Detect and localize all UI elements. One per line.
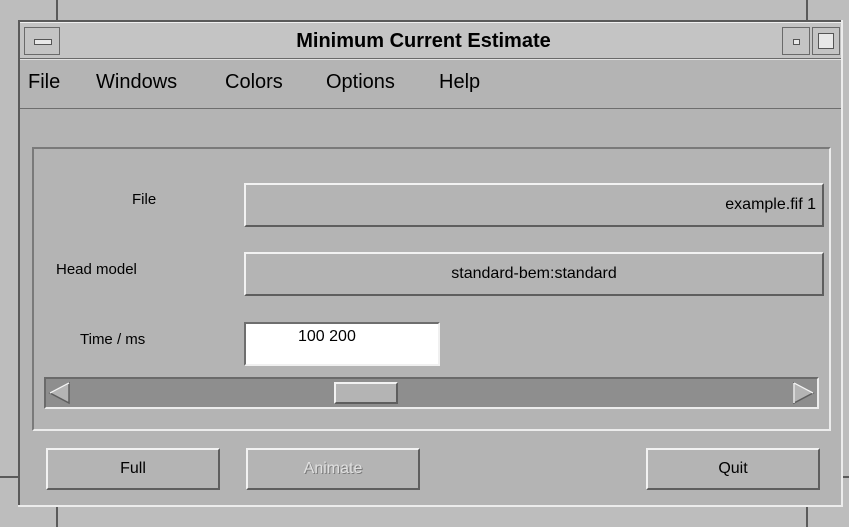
minimize-button[interactable] [782, 27, 810, 55]
frame-border [18, 505, 843, 507]
right-arrow-icon [793, 381, 815, 405]
maximize-icon [818, 33, 834, 49]
menu-options[interactable]: Options [326, 71, 395, 94]
animate-button[interactable]: Animate [246, 448, 420, 490]
application-window: Minimum Current Estimate File Windows Co… [20, 22, 841, 505]
minimize-icon [793, 39, 800, 45]
head-model-label: Head model [56, 261, 137, 278]
full-button[interactable]: Full [46, 448, 220, 490]
window-menu-button[interactable] [24, 27, 60, 55]
window-menu-icon [34, 39, 52, 45]
left-arrow-icon [48, 381, 70, 405]
time-label: Time / ms [80, 331, 146, 348]
window-title: Minimum Current Estimate [296, 30, 551, 52]
frame-divider [56, 0, 58, 22]
scroll-left-button[interactable] [48, 381, 72, 405]
file-label: File [132, 191, 157, 208]
frame-divider [0, 476, 20, 478]
title-bar[interactable]: Minimum Current Estimate [20, 22, 841, 59]
menu-bar: File Windows Colors Options Help [20, 59, 841, 109]
frame-divider [806, 0, 808, 22]
menu-help[interactable]: Help [439, 71, 480, 94]
frame-border [841, 20, 843, 507]
frame-divider [56, 505, 58, 527]
quit-button[interactable]: Quit [646, 448, 820, 490]
time-input[interactable]: 100 200 [244, 322, 440, 366]
head-model-selector-button[interactable]: standard-bem:standard [244, 252, 824, 296]
file-selector-button[interactable]: example.fif 1 [244, 183, 824, 227]
parameters-panel: File example.fif 1 Head model standard-b… [32, 147, 831, 431]
frame-divider [806, 505, 808, 527]
maximize-button[interactable] [812, 27, 840, 55]
scroll-right-button[interactable] [791, 381, 815, 405]
menu-windows[interactable]: Windows [96, 71, 177, 94]
scrollbar-thumb[interactable] [334, 382, 399, 404]
time-scrollbar[interactable] [44, 377, 819, 409]
menu-file[interactable]: File [28, 71, 60, 94]
menu-colors[interactable]: Colors [225, 71, 283, 94]
